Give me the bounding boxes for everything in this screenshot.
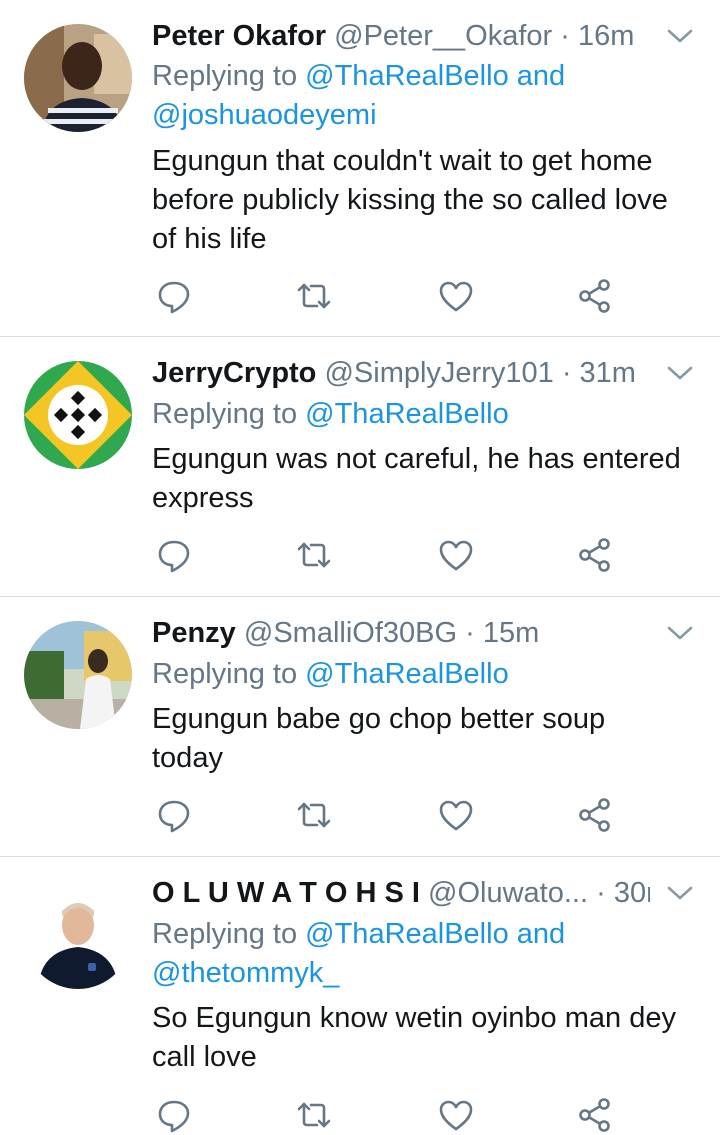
reply-icon — [158, 281, 190, 314]
tweet-text-line: So Egungun know wetin oyinbo man dey — [152, 1002, 676, 1034]
like-button[interactable] — [436, 535, 476, 575]
retweet-icon — [297, 1102, 331, 1128]
tweet-actions — [154, 535, 624, 575]
tweet-text-line: Egungun babe go chop better soup — [152, 703, 606, 735]
tweet-header: O L U W A T O H S I @Oluwato... · 30m — [152, 873, 650, 913]
author-handle[interactable]: @Peter__Okafor — [334, 20, 552, 52]
tweet-text: So Egungun know wetin oyinbo man dey cal… — [152, 999, 700, 1077]
timestamp[interactable]: 15m — [483, 617, 539, 649]
heart-icon — [439, 800, 473, 831]
share-button[interactable] — [576, 795, 616, 835]
tweet-actions — [154, 276, 624, 316]
replying-prefix: Replying to — [152, 398, 298, 430]
tweet-header: Penzy @SmalliOf30BG · 15m — [152, 613, 650, 653]
reply-button[interactable] — [154, 535, 194, 575]
heart-icon — [439, 540, 473, 571]
separator-dot: · — [596, 877, 606, 909]
tweet[interactable]: Peter Okafor @Peter__Okafor · 16m Replyi… — [0, 0, 720, 337]
share-icon — [579, 1098, 610, 1132]
separator-dot: · — [465, 617, 475, 649]
tweet-text-line: today — [152, 742, 223, 774]
tweet-text-line: Egungun was not careful, he has entered — [152, 443, 681, 475]
retweet-icon — [297, 283, 331, 309]
tweet[interactable]: JerryCrypto @SimplyJerry101 · 31m Replyi… — [0, 337, 720, 597]
author-name[interactable]: Penzy — [152, 617, 236, 649]
retweet-button[interactable] — [294, 1095, 334, 1135]
tweet-text: Egungun was not careful, he has entered … — [152, 440, 700, 518]
reply-icon — [158, 800, 190, 833]
tweet-header: JerryCrypto @SimplyJerry101 · 31m — [152, 353, 650, 393]
reply-icon — [158, 1100, 190, 1133]
avatar[interactable] — [24, 24, 132, 132]
mention-link[interactable]: @ThaRealBello and — [305, 60, 565, 92]
author-name[interactable]: JerryCrypto — [152, 357, 316, 389]
tweet[interactable]: Penzy @SmalliOf30BG · 15m Replying to @T… — [0, 597, 720, 857]
separator-dot: · — [561, 357, 572, 389]
tweet-text: Egungun that couldn't wait to get home b… — [152, 142, 700, 259]
share-icon — [579, 279, 610, 313]
like-button[interactable] — [436, 1095, 476, 1135]
reply-button[interactable] — [154, 1095, 194, 1135]
tweet-text-line: of his life — [152, 223, 267, 255]
tweet-header: Peter Okafor @Peter__Okafor · 16m — [152, 16, 650, 56]
mention-link[interactable]: @ThaRealBello — [305, 658, 509, 690]
tweet-text: Egungun babe go chop better soup today — [152, 700, 700, 778]
share-button[interactable] — [576, 1095, 616, 1135]
avatar[interactable] — [24, 361, 132, 469]
author-handle[interactable]: @SimplyJerry101 — [324, 357, 553, 389]
tweet-text-line: before publicly kissing the so called lo… — [152, 184, 668, 216]
retweet-button[interactable] — [294, 535, 334, 575]
share-icon — [579, 798, 610, 832]
tweet-actions — [154, 795, 624, 835]
like-button[interactable] — [436, 276, 476, 316]
tweet-text-line: Egungun that couldn't wait to get home — [152, 145, 653, 177]
replying-prefix: Replying to — [152, 658, 298, 690]
replying-to: Replying to @ThaRealBello — [152, 395, 697, 434]
chevron-down-icon[interactable] — [664, 617, 696, 649]
reply-icon — [158, 540, 190, 573]
mention-link[interactable]: @ThaRealBello — [305, 398, 509, 430]
replying-prefix: Replying to — [152, 60, 298, 92]
heart-icon — [439, 281, 473, 312]
replying-to: Replying to @ThaRealBello — [152, 655, 697, 694]
mention-link[interactable]: @ThaRealBello and — [305, 918, 565, 950]
tweet-text-line: call love — [152, 1041, 257, 1073]
replying-prefix: Replying to — [152, 918, 298, 950]
chevron-down-icon[interactable] — [664, 357, 696, 389]
retweet-button[interactable] — [294, 276, 334, 316]
separator-dot: · — [560, 20, 570, 52]
share-button[interactable] — [576, 276, 616, 316]
replying-to: Replying to @ThaRealBello and @joshuaode… — [152, 57, 697, 135]
replying-to: Replying to @ThaRealBello and @thetommyk… — [152, 915, 697, 993]
retweet-icon — [297, 542, 331, 568]
author-name[interactable]: O L U W A T O H S I — [152, 877, 420, 909]
timestamp[interactable]: 30m — [614, 877, 650, 909]
timestamp[interactable]: 16m — [578, 20, 634, 52]
tweet[interactable]: O L U W A T O H S I @Oluwato... · 30m Re… — [0, 857, 720, 1133]
mention-link[interactable]: @thetommyk_ — [152, 957, 339, 989]
share-icon — [579, 538, 610, 572]
mention-link[interactable]: @joshuaodeyemi — [152, 99, 377, 131]
tweet-text-line: express — [152, 482, 254, 514]
author-handle[interactable]: @Oluwato... — [428, 877, 588, 909]
share-button[interactable] — [576, 535, 616, 575]
tweet-actions — [154, 1095, 624, 1135]
like-button[interactable] — [436, 795, 476, 835]
retweet-button[interactable] — [294, 795, 334, 835]
author-handle[interactable]: @SmalliOf30BG — [244, 617, 457, 649]
chevron-down-icon[interactable] — [664, 877, 696, 909]
retweet-icon — [297, 802, 331, 828]
chevron-down-icon[interactable] — [664, 20, 696, 52]
avatar[interactable] — [24, 881, 132, 989]
timestamp[interactable]: 31m — [580, 357, 636, 389]
reply-button[interactable] — [154, 276, 194, 316]
reply-button[interactable] — [154, 795, 194, 835]
avatar[interactable] — [24, 621, 132, 729]
author-name[interactable]: Peter Okafor — [152, 20, 326, 52]
heart-icon — [439, 1100, 473, 1131]
